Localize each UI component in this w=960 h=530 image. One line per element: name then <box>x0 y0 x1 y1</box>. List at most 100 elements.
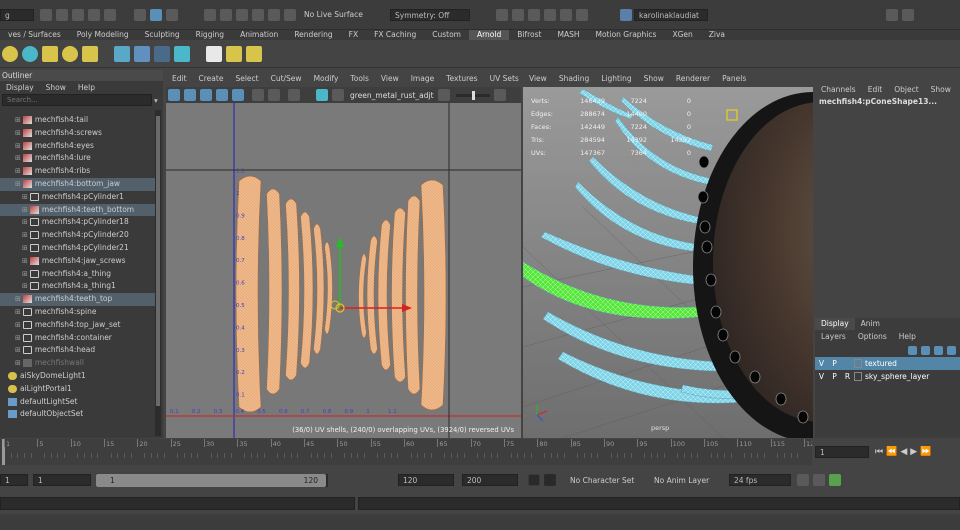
go-to-start-icon[interactable]: ⏮ <box>875 447 883 457</box>
layer-visibility-toggle[interactable]: V <box>815 359 828 368</box>
outliner-item[interactable]: ⊞ mechfish4:tail <box>0 114 155 127</box>
shelf-tab[interactable]: Sculpting <box>137 30 188 40</box>
sound-icon[interactable] <box>813 474 825 486</box>
viewport-menu-item[interactable]: Lighting <box>595 74 637 83</box>
shelf-tab[interactable]: FX Caching <box>366 30 424 40</box>
layer-editor-tab[interactable]: Anim <box>855 318 886 330</box>
expand-icon[interactable]: ⊞ <box>22 244 28 252</box>
shelf-tab[interactable]: Animation <box>232 30 286 40</box>
expand-icon[interactable]: ⊞ <box>22 231 28 239</box>
license-icon[interactable] <box>226 45 242 62</box>
select-object-icon[interactable] <box>150 8 162 21</box>
range-slider[interactable]: 1 120 <box>96 473 328 487</box>
expand-icon[interactable]: ⊞ <box>15 167 21 175</box>
live-surface-label[interactable]: No Live Surface <box>304 10 380 19</box>
symmetry-dropdown[interactable]: Symmetry: Off <box>390 8 470 21</box>
expand-icon[interactable]: ⊞ <box>15 359 21 367</box>
step-back-icon[interactable]: ⏪ <box>886 447 897 457</box>
fps-dropdown[interactable]: 24 fps <box>729 474 791 486</box>
outliner-menu-item[interactable]: Show <box>40 83 72 92</box>
outliner-menu-item[interactable]: Help <box>72 83 101 92</box>
light-portal-icon[interactable] <box>174 45 190 62</box>
new-scene-icon[interactable] <box>40 8 52 21</box>
exposure-slider[interactable] <box>455 90 490 100</box>
tx-manager-icon[interactable] <box>246 45 262 62</box>
render-settings-icon[interactable] <box>544 8 556 21</box>
auto-key-icon[interactable] <box>528 474 540 486</box>
expand-icon[interactable]: ⊞ <box>22 206 28 214</box>
snap-point-icon[interactable] <box>236 8 248 21</box>
channel-box-menu-item[interactable]: Edit <box>862 85 889 94</box>
uv-wireframe-icon[interactable] <box>216 89 228 101</box>
shelf-tab[interactable]: XGen <box>664 30 700 40</box>
uv-menu-item[interactable]: Modify <box>308 74 345 83</box>
layer-editor-menu-item[interactable]: Help <box>893 332 922 341</box>
outliner-item[interactable]: ⊞ mechfish4:bottom_jaw <box>0 177 155 191</box>
shelf-tab[interactable]: FX <box>341 30 366 40</box>
expand-icon[interactable]: ⊞ <box>22 270 28 278</box>
outliner-item[interactable]: ⊞ mechfish4:a_thing1 <box>0 280 155 293</box>
layer-reference-toggle[interactable]: R <box>841 372 854 381</box>
expand-icon[interactable]: ⊞ <box>15 346 21 354</box>
uv-filter-icon[interactable] <box>332 89 344 101</box>
panel-toggle-icon-2[interactable] <box>902 8 914 21</box>
uv-distortion-icon[interactable] <box>232 89 244 101</box>
mesh-light-icon[interactable] <box>62 45 78 62</box>
select-hierarchy-icon[interactable] <box>134 8 146 21</box>
expand-icon[interactable]: ⊞ <box>15 129 21 137</box>
range-start-field[interactable]: 1 <box>0 474 28 486</box>
expand-icon[interactable]: ⊞ <box>15 334 21 342</box>
save-scene-icon[interactable] <box>72 8 84 21</box>
expand-icon[interactable]: ⊞ <box>15 116 21 124</box>
shelf-tab[interactable]: Rigging <box>188 30 232 40</box>
outliner-item[interactable]: defaultLightSet <box>0 396 155 409</box>
outliner-item[interactable]: ⊞ mechfish4:container <box>0 332 155 345</box>
expand-icon[interactable]: ⊞ <box>15 154 21 162</box>
snap-view-icon[interactable] <box>252 8 264 21</box>
layer-editor-menu-item[interactable]: Layers <box>815 332 852 341</box>
mode-select[interactable]: g <box>0 8 34 21</box>
shelf-tab[interactable]: Custom <box>424 30 469 40</box>
outliner-item[interactable]: ⊞ mechfish4:pCylinder21 <box>0 242 155 255</box>
new-layer-selected-icon[interactable] <box>921 345 930 355</box>
search-options-icon[interactable]: ▾ <box>154 96 158 105</box>
uv-image-icon[interactable] <box>316 89 328 101</box>
uv-camera-icon[interactable] <box>288 89 300 101</box>
uv-shell[interactable] <box>420 179 447 411</box>
uv-menu-item[interactable]: Cut/Sew <box>265 74 308 83</box>
uv-display-icon[interactable] <box>168 89 180 101</box>
render-sequence-icon[interactable] <box>512 8 524 21</box>
outliner-item[interactable]: aiLightPortal1 <box>0 383 155 396</box>
outliner-scrollbar[interactable] <box>155 110 161 436</box>
shelf-tab[interactable]: MASH <box>549 30 587 40</box>
outliner-item[interactable]: ⊞ mechfish4:pCylinder18 <box>0 216 155 229</box>
skydome-icon[interactable] <box>22 45 38 62</box>
outliner-item[interactable]: ⊞ mechfish4:a_thing <box>0 268 155 281</box>
outliner-item[interactable]: ⊞ mechfish4:lure <box>0 152 155 165</box>
magnet-icon[interactable] <box>284 8 296 21</box>
outliner-item[interactable]: ⊞ mechfishwall <box>0 357 155 370</box>
viewport-menu-item[interactable]: Panels <box>716 74 752 83</box>
arnold-render-icon[interactable] <box>2 45 18 62</box>
expand-icon[interactable]: ⊞ <box>15 142 21 150</box>
texture-name[interactable]: green_metal_rust_adjt <box>350 91 434 100</box>
layer-playback-toggle[interactable]: P <box>828 372 841 381</box>
select-component-icon[interactable] <box>166 8 178 21</box>
outliner-item[interactable]: ⊞ mechfish4:screws <box>0 127 155 140</box>
outliner-search-input[interactable] <box>2 94 152 106</box>
shelf-tab[interactable]: Arnold <box>468 30 510 40</box>
area-light-icon[interactable] <box>42 45 58 62</box>
hypershade-icon[interactable] <box>560 8 572 21</box>
animation-start-field[interactable]: 1 <box>33 474 91 486</box>
anim-layer-dropdown[interactable]: No Anim Layer <box>654 476 726 485</box>
range-end-field[interactable]: 120 <box>398 474 454 486</box>
viewport-menu-item[interactable]: View <box>523 74 553 83</box>
layer-color-swatch[interactable] <box>854 359 862 368</box>
character-set-dropdown[interactable]: No Character Set <box>570 476 650 485</box>
uv-menu-item[interactable]: Image <box>405 74 441 83</box>
mel-command-input[interactable] <box>0 497 355 510</box>
uv-menu-item[interactable]: Tools <box>344 74 374 83</box>
expand-icon[interactable]: ⊞ <box>15 295 21 303</box>
outliner-item[interactable]: ⊞ mechfish4:spine <box>0 306 155 319</box>
uv-shell[interactable] <box>235 175 262 413</box>
